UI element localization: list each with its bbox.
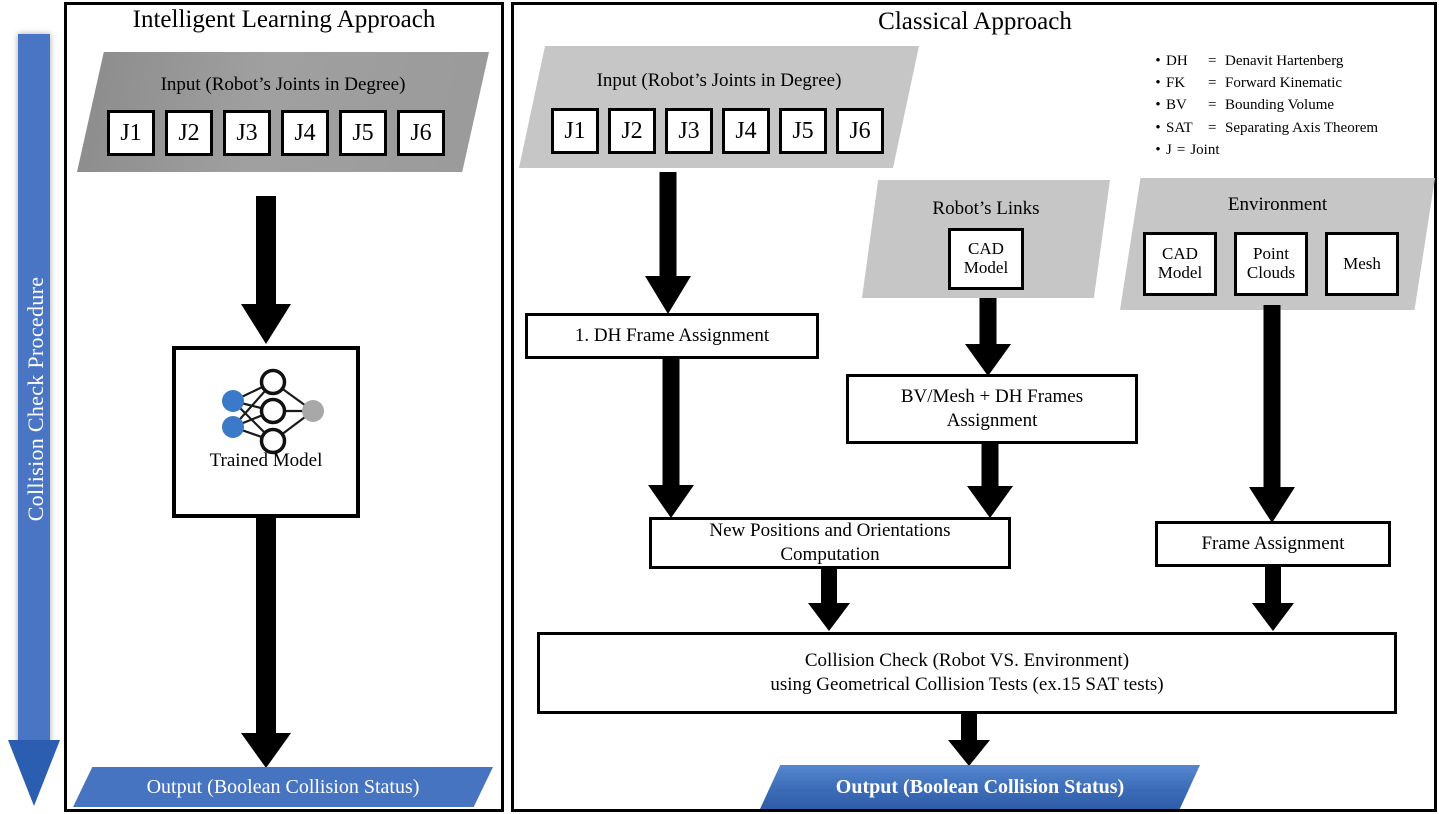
legend-equals: = (1208, 75, 1217, 92)
legend-equals: = (1208, 53, 1217, 69)
legend-definition: Bounding Volume (1225, 97, 1335, 114)
arrow-robot-links-to-bv-mesh (965, 298, 1011, 376)
legend-abbr: DH (1166, 53, 1188, 69)
left-output-label: Output (Boolean Collision Status) (146, 775, 420, 798)
arrow-environment-to-frame-assignment (1249, 305, 1295, 523)
right-output-banner: Output (Boolean Collision Status) (760, 765, 1200, 809)
robot-links-cad-model-label: CAD Model (963, 239, 1009, 277)
left-joint-box-j2: J2 (165, 110, 213, 156)
arrow-new-positions-to-collision-check (808, 569, 850, 631)
new-positions-box: New Positions and Orientations Computati… (649, 517, 1011, 569)
dh-frame-assignment-box: 1. DH Frame Assignment (525, 313, 819, 359)
sidebar-arrow-head-icon (8, 740, 60, 806)
sidebar-arrow-shaft (18, 34, 50, 746)
dh-frame-assignment-label: 1. DH Frame Assignment (574, 325, 770, 347)
legend-definition: Forward Kinematic (1225, 75, 1343, 92)
legend: • DH = Denavit Hartenberg • FK = Forward… (1150, 50, 1435, 161)
right-output-label: Output (Boolean Collision Status) (835, 775, 1125, 798)
legend-definition: Joint (1190, 141, 1220, 158)
right-joint-label-j6: J6 (849, 117, 871, 144)
bv-mesh-assignment-label: BV/Mesh + DH Frames Assignment (900, 386, 1084, 431)
right-panel-title: Classical Approach (878, 8, 1072, 35)
left-joint-label-j2: J2 (178, 119, 200, 146)
legend-definition: Denavit Hartenberg (1225, 53, 1344, 69)
right-joint-box-j1: J1 (551, 108, 599, 154)
arrow-frame-assignment-to-collision-check (1252, 567, 1294, 631)
arrow-input-to-dh-frame (645, 172, 691, 314)
arrow-bv-mesh-to-new-positions (967, 444, 1013, 518)
bullet-icon: • (1155, 53, 1161, 69)
right-joint-box-j4: J4 (722, 108, 770, 154)
legend-equals: = (1208, 119, 1217, 136)
legend-abbr: J (1166, 141, 1172, 158)
legend-abbr: SAT (1166, 119, 1193, 136)
legend-item: • FK = Forward Kinematic (1150, 72, 1435, 94)
environment-point-clouds-label: Point Clouds (1246, 244, 1296, 282)
legend-item: • BV = Bounding Volume (1150, 94, 1435, 116)
left-panel-title: Intelligent Learning Approach (132, 6, 436, 33)
frame-assignment-label: Frame Assignment (1201, 533, 1345, 555)
left-joint-box-j4: J4 (281, 110, 329, 156)
right-joint-box-j2: J2 (608, 108, 656, 154)
arrow-collision-check-to-output (948, 714, 990, 766)
bullet-icon: • (1155, 119, 1161, 136)
legend-item: • SAT = Separating Axis Theorem (1150, 117, 1435, 139)
legend-equals: = (1176, 141, 1186, 158)
bullet-icon: • (1155, 141, 1161, 158)
right-input-caption: Input (Robot’s Joints in Degree) (596, 70, 842, 91)
collision-check-procedure-arrow: Collision Check Procedure (8, 34, 60, 806)
right-joint-box-j3: J3 (665, 108, 713, 154)
left-joint-label-j5: J5 (352, 119, 374, 146)
right-joint-label-j1: J1 (564, 117, 586, 144)
legend-definition: Separating Axis Theorem (1225, 119, 1379, 136)
left-joint-label-j3: J3 (236, 119, 258, 146)
left-output-banner: Output (Boolean Collision Status) (73, 767, 493, 807)
environment-point-clouds-box: Point Clouds (1234, 232, 1308, 296)
new-positions-label: New Positions and Orientations Computati… (709, 520, 951, 565)
left-joint-label-j6: J6 (410, 119, 432, 146)
environment-mesh-label: Mesh (1343, 253, 1381, 273)
right-joint-label-j5: J5 (792, 117, 814, 144)
legend-abbr: BV (1166, 97, 1187, 114)
bullet-icon: • (1155, 75, 1161, 92)
trained-model-box: Trained Model (172, 346, 360, 518)
legend-item: • J = Joint (1150, 139, 1435, 161)
left-joint-box-j5: J5 (339, 110, 387, 156)
arrow-left-model-to-output (241, 518, 291, 768)
left-joint-label-j4: J4 (294, 119, 316, 146)
right-joint-box-j6: J6 (836, 108, 884, 154)
bv-mesh-assignment-box: BV/Mesh + DH Frames Assignment (846, 374, 1138, 444)
environment-cad-model-label: CAD Model (1157, 244, 1203, 282)
robot-links-cad-model-box: CAD Model (948, 228, 1024, 290)
right-joint-box-j5: J5 (779, 108, 827, 154)
left-joint-label-j1: J1 (120, 119, 142, 146)
frame-assignment-box: Frame Assignment (1155, 521, 1391, 567)
environment-mesh-box: Mesh (1325, 232, 1399, 296)
right-joint-label-j4: J4 (735, 117, 757, 144)
environment-cad-model-box: CAD Model (1143, 232, 1217, 296)
arrow-left-input-to-model (241, 196, 291, 344)
left-joint-box-j3: J3 (223, 110, 271, 156)
legend-item: • DH = Denavit Hartenberg (1150, 50, 1435, 72)
collision-check-box: Collision Check (Robot VS. Environment) … (537, 632, 1397, 714)
right-joint-label-j3: J3 (678, 117, 700, 144)
bullet-icon: • (1155, 97, 1161, 114)
left-joint-box-j6: J6 (397, 110, 445, 156)
robot-links-caption: Robot’s Links (932, 198, 1040, 219)
environment-caption: Environment (1227, 194, 1328, 215)
left-input-caption: Input (Robot’s Joints in Degree) (160, 74, 406, 95)
left-joint-box-j1: J1 (107, 110, 155, 156)
right-joint-label-j2: J2 (621, 117, 643, 144)
trained-model-label: Trained Model (209, 450, 323, 471)
arrow-dh-frame-to-new-positions (648, 359, 694, 518)
legend-abbr: FK (1166, 75, 1186, 92)
legend-equals: = (1208, 97, 1217, 114)
collision-check-label: Collision Check (Robot VS. Environment) … (770, 650, 1164, 695)
